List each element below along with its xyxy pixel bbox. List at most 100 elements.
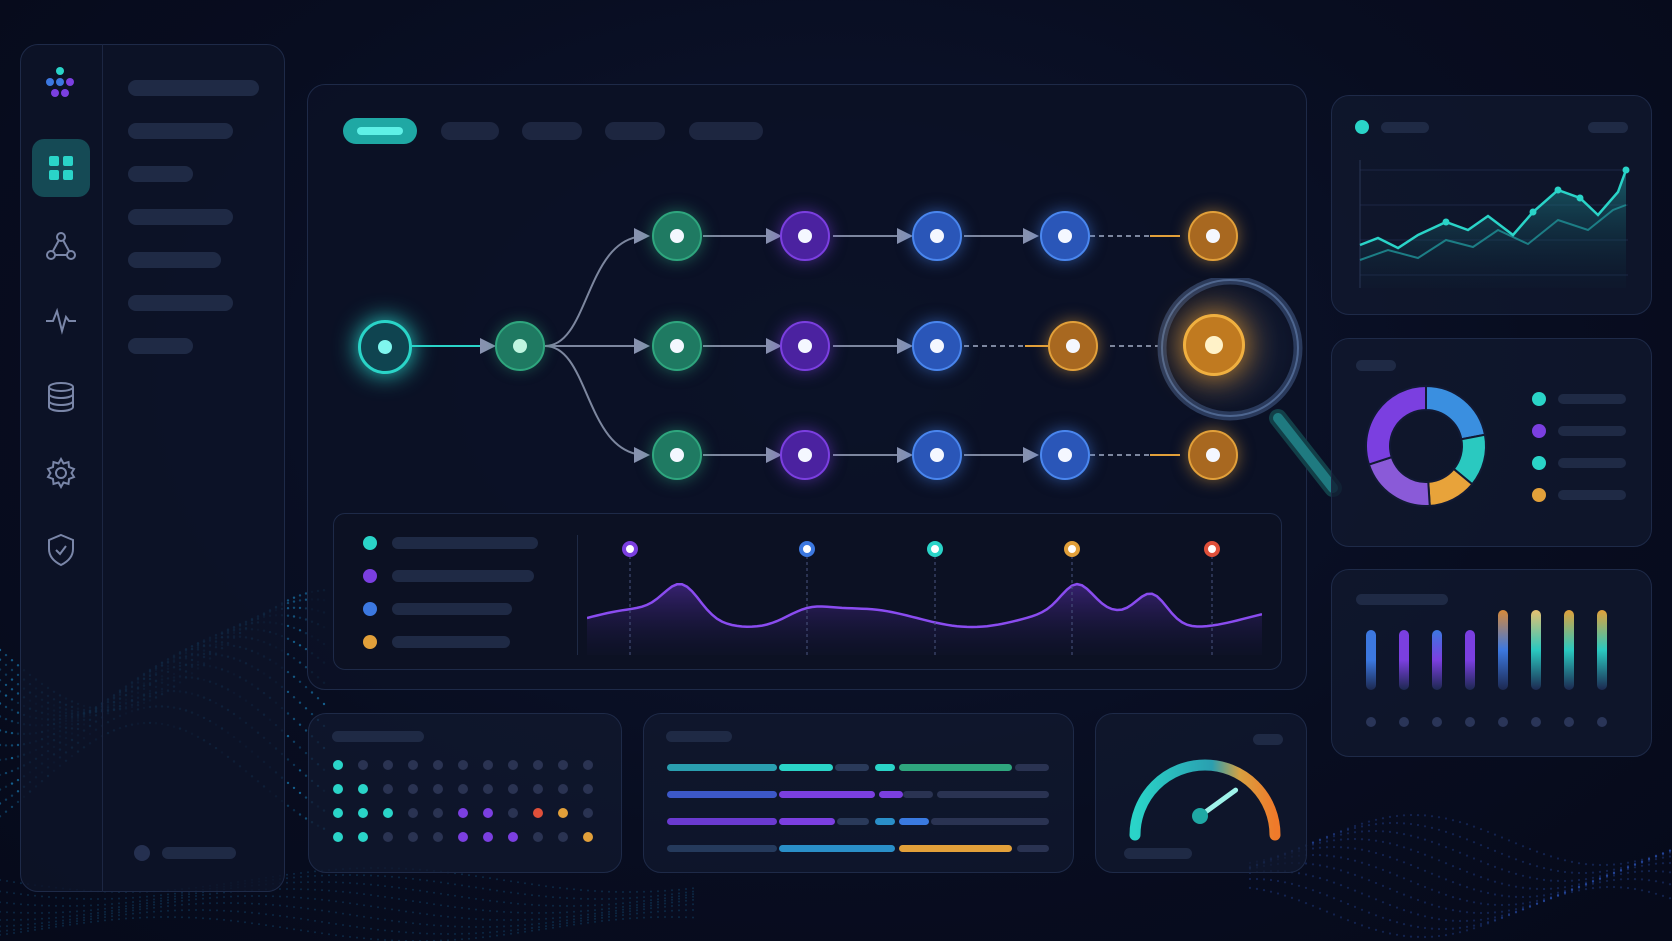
- level-bar-dot: [1498, 717, 1508, 727]
- flow-node-green[interactable]: [652, 211, 702, 261]
- matrix-cell[interactable]: [483, 808, 493, 818]
- matrix-cell[interactable]: [408, 808, 418, 818]
- level-bar: [1564, 610, 1574, 690]
- donut-legend-label: [1558, 394, 1626, 404]
- level-bar: [1498, 610, 1508, 690]
- progress-segment: [779, 791, 875, 798]
- progress-segment: [875, 764, 895, 771]
- flow-node-purple[interactable]: [780, 430, 830, 480]
- matrix-cell[interactable]: [383, 784, 393, 794]
- progress-segment: [931, 818, 1049, 825]
- matrix-cell[interactable]: [508, 832, 518, 842]
- progress-segment: [779, 764, 833, 771]
- matrix-cell[interactable]: [358, 760, 368, 770]
- matrix-cell[interactable]: [333, 808, 343, 818]
- flow-node-blue[interactable]: [1040, 211, 1090, 261]
- flow-node-focused[interactable]: [1183, 314, 1245, 376]
- donut-segment: [1366, 386, 1426, 465]
- matrix-cell[interactable]: [458, 784, 468, 794]
- matrix-cell[interactable]: [533, 808, 543, 818]
- matrix-cell[interactable]: [433, 784, 443, 794]
- level-bar-dot: [1399, 717, 1409, 727]
- level-bar-dot: [1465, 717, 1475, 727]
- matrix-cell[interactable]: [583, 784, 593, 794]
- matrix-cell[interactable]: [408, 784, 418, 794]
- timeline-legend-dot: [363, 635, 377, 649]
- matrix-cell[interactable]: [458, 760, 468, 770]
- donut-legend-dot: [1532, 456, 1546, 470]
- flow-node-orange[interactable]: [1048, 321, 1098, 371]
- flow-node-purple[interactable]: [780, 321, 830, 371]
- matrix-cell[interactable]: [558, 784, 568, 794]
- matrix-cell[interactable]: [358, 808, 368, 818]
- matrix-cell[interactable]: [408, 832, 418, 842]
- matrix-cell[interactable]: [508, 760, 518, 770]
- matrix-cell[interactable]: [483, 784, 493, 794]
- matrix-cell[interactable]: [433, 832, 443, 842]
- matrix-cell[interactable]: [383, 808, 393, 818]
- flow-node-start[interactable]: [358, 320, 412, 374]
- progress-segment: [835, 764, 869, 771]
- matrix-cell[interactable]: [483, 832, 493, 842]
- flow-node-orange[interactable]: [1188, 211, 1238, 261]
- matrix-cell[interactable]: [558, 808, 568, 818]
- progress-segment: [1017, 845, 1049, 852]
- matrix-cell[interactable]: [583, 808, 593, 818]
- matrix-cell[interactable]: [333, 832, 343, 842]
- donut-legend-label: [1558, 458, 1626, 468]
- progress-segment: [667, 845, 777, 852]
- matrix-cell[interactable]: [458, 808, 468, 818]
- magnifier-icon: [1150, 278, 1350, 508]
- matrix-cell[interactable]: [458, 832, 468, 842]
- matrix-cell[interactable]: [533, 760, 543, 770]
- matrix-cell[interactable]: [483, 760, 493, 770]
- matrix-cell[interactable]: [533, 784, 543, 794]
- matrix-cell[interactable]: [333, 760, 343, 770]
- matrix-cell[interactable]: [558, 760, 568, 770]
- matrix-cell[interactable]: [383, 760, 393, 770]
- flow-node-green[interactable]: [652, 430, 702, 480]
- progress-segment: [779, 845, 895, 852]
- flow-node-blue[interactable]: [1040, 430, 1090, 480]
- matrix-cell[interactable]: [383, 832, 393, 842]
- level-bar: [1597, 610, 1607, 690]
- matrix-cell[interactable]: [583, 760, 593, 770]
- matrix-cell[interactable]: [358, 832, 368, 842]
- trend-title-placeholder: [1381, 122, 1429, 133]
- matrix-cell[interactable]: [558, 832, 568, 842]
- progress-segment: [667, 818, 777, 825]
- flow-node-blue[interactable]: [912, 321, 962, 371]
- matrix-cell[interactable]: [433, 808, 443, 818]
- progress-segment: [899, 845, 1012, 852]
- timeline-chart: [587, 540, 1262, 660]
- flow-node-green[interactable]: [652, 321, 702, 371]
- timeline-legend-dot: [363, 602, 377, 616]
- flow-node-blue[interactable]: [912, 211, 962, 261]
- matrix-cell[interactable]: [333, 784, 343, 794]
- timeline-marker: [1066, 543, 1078, 555]
- level-bar: [1432, 630, 1442, 690]
- matrix-cell[interactable]: [533, 832, 543, 842]
- level-bar-dot: [1597, 717, 1607, 727]
- donut-legend-label: [1558, 426, 1626, 436]
- trend-action-placeholder[interactable]: [1588, 122, 1628, 133]
- matrix-cell[interactable]: [508, 808, 518, 818]
- donut-segment: [1369, 457, 1430, 506]
- flow-node-blue[interactable]: [912, 430, 962, 480]
- trend-point: [1555, 187, 1562, 194]
- timeline-legend-dot: [363, 569, 377, 583]
- flow-node-purple[interactable]: [780, 211, 830, 261]
- matrix-cell[interactable]: [408, 760, 418, 770]
- matrix-cell[interactable]: [583, 832, 593, 842]
- level-bar: [1465, 630, 1475, 690]
- level-bar-dot: [1432, 717, 1442, 727]
- trend-point: [1530, 209, 1537, 216]
- progress-segment: [875, 818, 895, 825]
- flow-node-split[interactable]: [495, 321, 545, 371]
- matrix-cell[interactable]: [433, 760, 443, 770]
- matrix-cell[interactable]: [508, 784, 518, 794]
- distribution-title-placeholder: [1356, 360, 1396, 371]
- matrix-cell[interactable]: [358, 784, 368, 794]
- timeline-marker: [1206, 543, 1218, 555]
- progress-segment: [779, 818, 835, 825]
